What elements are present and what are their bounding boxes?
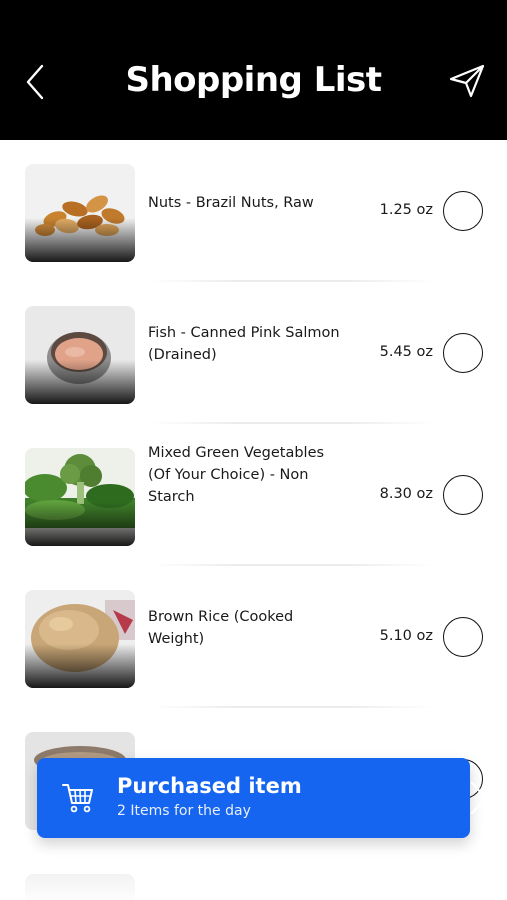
- paper-plane-icon: [449, 64, 485, 98]
- item-quantity: 1.25 oz: [379, 202, 433, 218]
- item-quantity: 8.30 oz: [379, 486, 433, 502]
- item-image: [25, 306, 135, 404]
- item-image: [25, 590, 135, 688]
- app-header: Shopping List: [0, 0, 507, 140]
- chevron-right-icon: [470, 781, 488, 815]
- list-item[interactable]: Brown Rice (Cooked Weight) 5.10 oz: [0, 566, 507, 708]
- item-checkbox[interactable]: [443, 191, 483, 231]
- item-checkbox[interactable]: [443, 475, 483, 515]
- purchased-items-button[interactable]: Purchased item 2 Items for the day: [37, 758, 488, 838]
- item-quantity: 5.10 oz: [379, 628, 433, 644]
- page-title: Shopping List: [125, 60, 382, 100]
- item-checkbox[interactable]: [443, 617, 483, 657]
- item-image: [25, 448, 135, 546]
- purchased-subtitle: 2 Items for the day: [117, 803, 251, 819]
- list-item[interactable]: Mixed Green Vegetables (Of Your Choice) …: [0, 424, 507, 566]
- cart-icon: [62, 784, 93, 813]
- item-name: Fish - Canned Pink Salmon (Drained): [148, 325, 340, 363]
- list-item[interactable]: Fish - Canned Pink Salmon (Drained) 5.45…: [0, 282, 507, 424]
- purchased-title: Purchased item: [117, 774, 302, 798]
- share-button[interactable]: [446, 62, 488, 100]
- item-name: Nuts - Brazil Nuts, Raw: [148, 195, 314, 211]
- item-name: Mixed Green Vegetables (Of Your Choice) …: [148, 445, 325, 505]
- item-quantity: 5.45 oz: [379, 344, 433, 360]
- list-item-ghost: [25, 874, 135, 900]
- item-checkbox[interactable]: [443, 333, 483, 373]
- item-name: Brown Rice (Cooked Weight): [148, 609, 294, 647]
- item-image: [25, 164, 135, 262]
- list-item[interactable]: Nuts - Brazil Nuts, Raw 1.25 oz: [0, 140, 507, 282]
